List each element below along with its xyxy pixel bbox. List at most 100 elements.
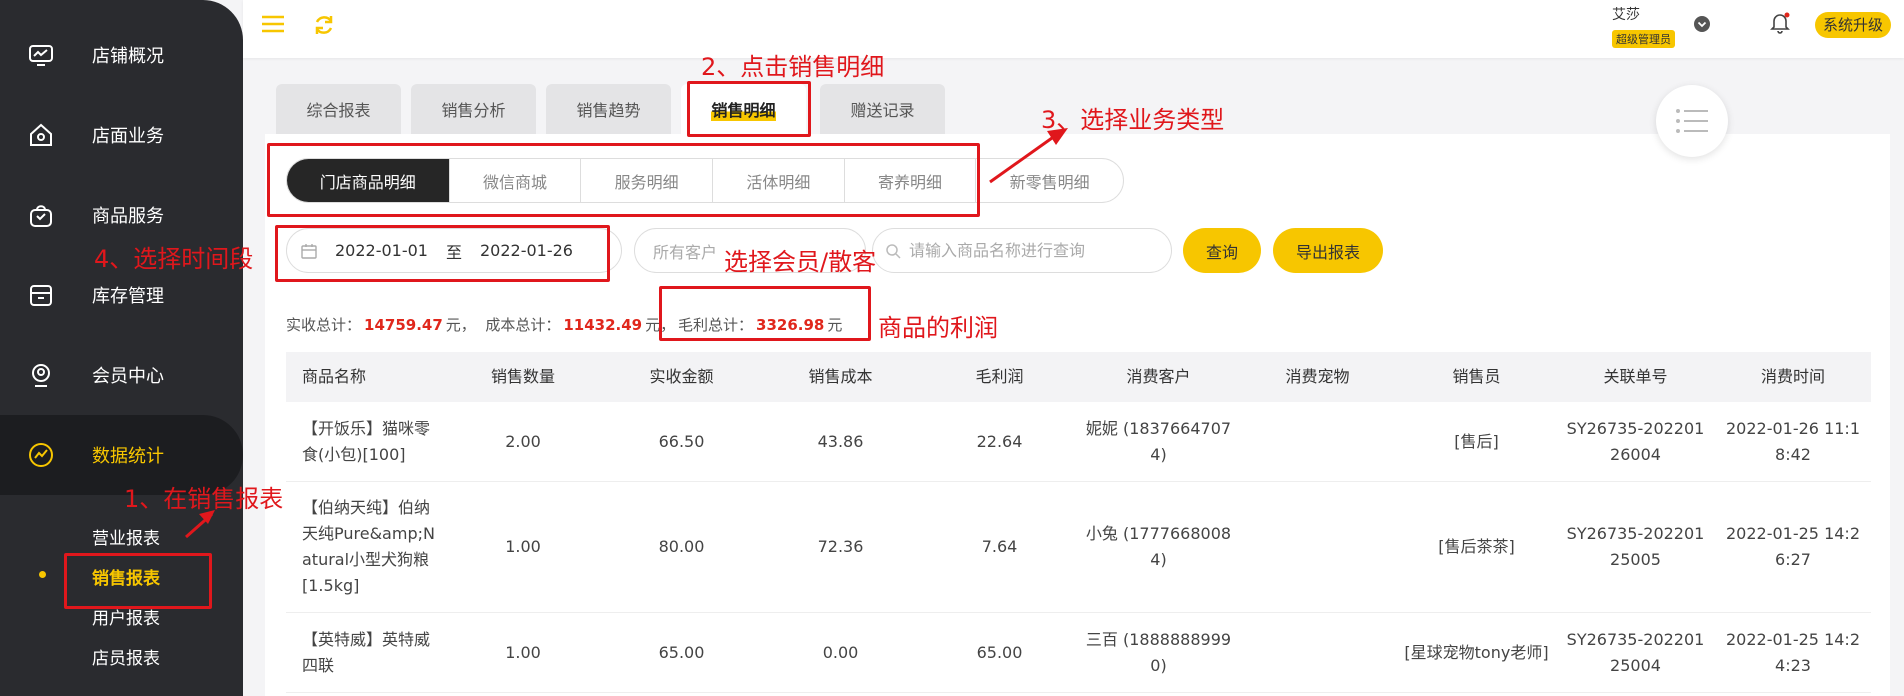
totals-received-cost: 实收总计： 14759.47 元， 成本总计： 11432.49 元， bbox=[286, 314, 675, 335]
table-cell: 65.00 bbox=[658, 642, 705, 662]
column-header: 实收金额 bbox=[649, 367, 714, 386]
annotation-box-business-type bbox=[267, 143, 980, 217]
table-cell: 1.00 bbox=[505, 537, 541, 556]
inventory-icon bbox=[30, 285, 52, 306]
annotation-step4: 4、选择时间段 bbox=[94, 245, 254, 273]
home-icon bbox=[30, 123, 52, 146]
subtab-new-retail-detail[interactable]: 新零售明细 bbox=[976, 159, 1123, 202]
column-header: 关联单号 bbox=[1603, 367, 1668, 386]
annotation-box-sales-report bbox=[64, 553, 212, 609]
sidebar-subitem-staff-report[interactable]: 店员报表 bbox=[92, 644, 160, 669]
chart-icon bbox=[29, 443, 53, 467]
search-icon bbox=[886, 243, 901, 259]
sidebar-item-member-center[interactable]: 会员中心 bbox=[0, 335, 243, 415]
member-icon bbox=[32, 364, 50, 387]
tab-sales-analysis[interactable]: 销售分析 bbox=[411, 84, 536, 134]
column-header: 销售数量 bbox=[490, 367, 555, 386]
annotation-box-date-range bbox=[275, 225, 610, 282]
sidebar-item-label: 会员中心 bbox=[92, 366, 164, 387]
tab-label: 销售趋势 bbox=[576, 101, 641, 120]
table-cell: 72.36 bbox=[817, 537, 864, 556]
query-button[interactable]: 查询 bbox=[1183, 228, 1261, 273]
cost-total-value: 11432.49 bbox=[563, 316, 643, 334]
table-cell: SY26735-20220126004 bbox=[1566, 418, 1705, 464]
system-upgrade-button[interactable]: 系统升级 bbox=[1815, 12, 1892, 38]
sales-detail-table: 商品名称 销售数量 实收金额 销售成本 毛利润 消费客户 消费宠物 销售员 关联… bbox=[286, 352, 1871, 693]
table-cell: 2022-01-25 14:26:27 bbox=[1726, 524, 1860, 569]
refresh-icon[interactable] bbox=[313, 14, 335, 36]
column-header: 销售员 bbox=[1452, 367, 1501, 386]
table-cell: [售后茶茶] bbox=[1438, 537, 1515, 556]
table-cell: [售后] bbox=[1454, 431, 1499, 451]
table-row[interactable]: 【伯纳天纯】伯纳天纯Pure&amp;Natural小型犬狗粮[1.5kg] 1… bbox=[286, 482, 1871, 613]
annotation-step3: 3、选择业务类型 bbox=[1041, 106, 1225, 134]
tab-label: 销售分析 bbox=[441, 101, 506, 120]
table-cell: [星球宠物tony老师] bbox=[1404, 642, 1549, 662]
table-cell: 【伯纳天纯】伯纳天纯Pure&amp;Natural小型犬狗粮[1.5kg] bbox=[302, 498, 435, 595]
sidebar-item-store-business[interactable]: 店面业务 bbox=[0, 95, 243, 175]
annotation-member: 选择会员/散客 bbox=[724, 248, 877, 276]
received-total-label: 实收总计： bbox=[286, 316, 362, 334]
active-indicator-dot bbox=[39, 571, 46, 578]
table-cell: 2022-01-25 14:24:23 bbox=[1726, 629, 1860, 675]
tab-summary-report[interactable]: 综合报表 bbox=[276, 84, 401, 134]
monitor-icon bbox=[29, 45, 53, 66]
search-input[interactable] bbox=[909, 241, 1149, 260]
annotation-step1: 1、在销售报表 bbox=[124, 485, 284, 513]
table-cell: 22.64 bbox=[976, 431, 1023, 451]
received-total-value: 14759.47 bbox=[364, 316, 443, 334]
table-cell: 三百 (18888889990) bbox=[1085, 629, 1232, 675]
sidebar-item-label: 库存管理 bbox=[92, 286, 164, 307]
user-name: 艾莎 bbox=[1612, 7, 1640, 23]
annotation-step2: 2、点击销售明细 bbox=[701, 53, 885, 81]
export-report-button[interactable]: 导出报表 bbox=[1273, 228, 1383, 273]
table-header: 商品名称 销售数量 实收金额 销售成本 毛利润 消费客户 消费宠物 销售员 关联… bbox=[286, 352, 1871, 402]
table-cell: 0.00 bbox=[822, 642, 859, 662]
column-header: 消费宠物 bbox=[1285, 367, 1350, 386]
product-search-box[interactable] bbox=[872, 228, 1172, 273]
tab-gift-records[interactable]: 赠送记录 bbox=[820, 84, 945, 134]
tab-label: 综合报表 bbox=[306, 101, 371, 120]
table-cell: 2.00 bbox=[505, 431, 541, 451]
annotation-box-sales-detail-tab bbox=[687, 81, 811, 137]
column-header: 销售成本 bbox=[808, 367, 873, 386]
sidebar-item-store-overview[interactable]: 店铺概况 bbox=[0, 15, 243, 95]
list-view-toggle[interactable] bbox=[1656, 85, 1728, 157]
tab-sales-trend[interactable]: 销售趋势 bbox=[546, 84, 671, 134]
table-cell: 【开饭乐】猫咪零食(小包)[100] bbox=[302, 418, 431, 464]
table-cell: 妮妮 (18376647074) bbox=[1085, 418, 1232, 464]
table-row[interactable]: 【开饭乐】猫咪零食(小包)[100] 2.00 66.50 43.86 22.6… bbox=[286, 402, 1871, 482]
column-header: 毛利润 bbox=[975, 367, 1024, 386]
sidebar-item-label: 店面业务 bbox=[92, 126, 164, 147]
tab-label: 赠送记录 bbox=[850, 101, 915, 120]
cost-total-label: 成本总计： bbox=[485, 316, 561, 334]
table-row[interactable]: 【英特威】英特威四联 1.00 65.00 0.00 65.00 三百 (188… bbox=[286, 613, 1871, 693]
table-cell: 小兔 (17776680084) bbox=[1085, 524, 1232, 569]
sidebar-subitem-business-report[interactable]: 营业报表 bbox=[92, 524, 160, 549]
table-cell: 65.00 bbox=[976, 642, 1023, 662]
table-cell: 7.64 bbox=[981, 537, 1018, 556]
table-cell: 66.50 bbox=[658, 431, 705, 451]
sidebar-item-label: 店铺概况 bbox=[92, 46, 164, 67]
table-cell: 2022-01-26 11:18:42 bbox=[1726, 418, 1860, 464]
table-cell: SY26735-20220125004 bbox=[1566, 629, 1705, 675]
bag-icon bbox=[30, 205, 52, 227]
column-header: 商品名称 bbox=[302, 367, 367, 386]
table-cell: 43.86 bbox=[817, 431, 864, 451]
annotation-profit: 商品的利润 bbox=[878, 314, 998, 342]
list-icon bbox=[1676, 109, 1708, 133]
bell-icon[interactable] bbox=[1770, 12, 1790, 34]
table-cell: SY26735-20220125005 bbox=[1566, 524, 1705, 569]
sidebar-item-label: 商品服务 bbox=[92, 206, 164, 227]
table-cell: 1.00 bbox=[505, 642, 541, 662]
chevron-down-icon[interactable] bbox=[1694, 16, 1710, 32]
top-bar bbox=[243, 0, 1904, 58]
unit-label: 元， bbox=[445, 316, 476, 334]
sidebar-item-label: 数据统计 bbox=[92, 446, 164, 467]
column-header: 消费时间 bbox=[1760, 367, 1825, 386]
column-header: 消费客户 bbox=[1126, 367, 1191, 386]
annotation-box-profit bbox=[659, 286, 871, 341]
table-cell: 80.00 bbox=[658, 537, 705, 556]
menu-icon[interactable] bbox=[261, 14, 285, 34]
user-role-badge: 超级管理员 bbox=[1612, 30, 1675, 48]
